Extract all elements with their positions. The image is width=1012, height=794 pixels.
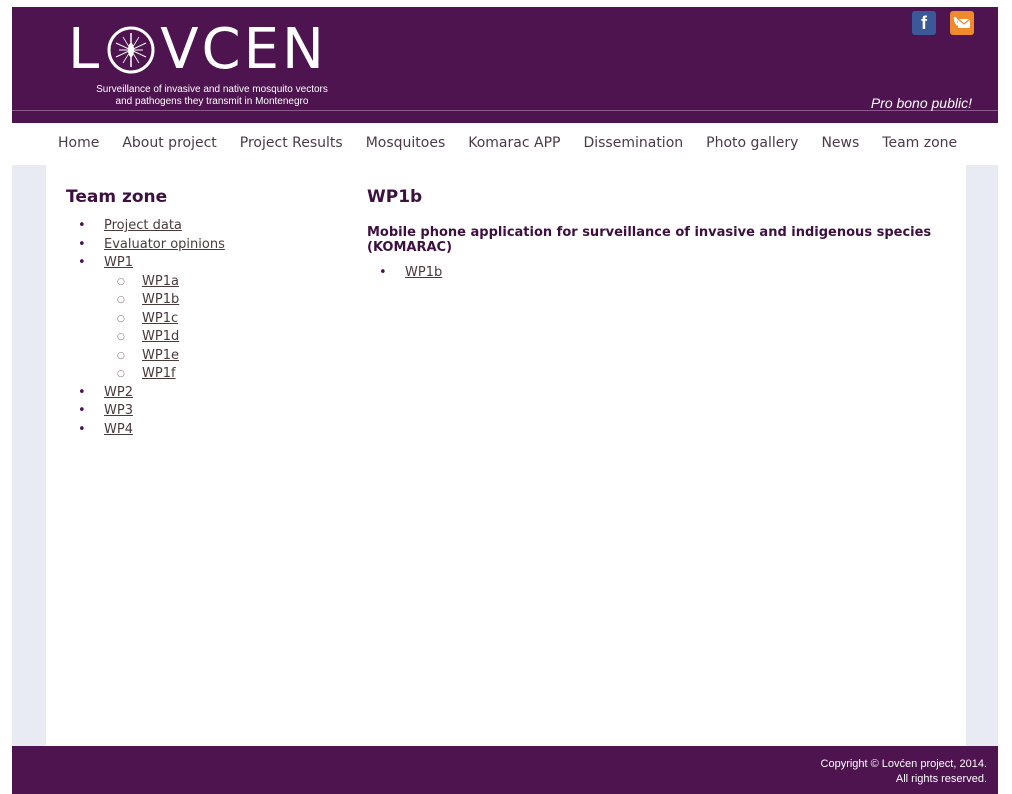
- phone-envelope-glyph: [953, 17, 971, 28]
- link-wp1a[interactable]: WP1a: [142, 274, 179, 289]
- nav-item-project-results[interactable]: Project Results: [240, 135, 343, 151]
- site-motto: Pro bono public!: [870, 95, 972, 111]
- link-wp2[interactable]: WP2: [104, 385, 133, 400]
- tagline-line-2: and pathogens they transmit in Montenegr…: [115, 96, 309, 107]
- nav-item-komarac-app[interactable]: Komarac APP: [468, 135, 560, 151]
- nav-item-home[interactable]: Home: [58, 135, 99, 151]
- sidebar-title: Team zone: [66, 187, 168, 207]
- link-wp1b[interactable]: WP1b: [142, 292, 179, 307]
- logo-text-left: L: [68, 17, 103, 82]
- link-wp1[interactable]: WP1: [104, 255, 133, 270]
- site-footer: Copyright © Lovćen project, 2014. All ri…: [12, 746, 998, 794]
- bullet: •: [78, 236, 86, 252]
- nav-item-team-zone[interactable]: Team zone: [882, 135, 957, 151]
- sidebar-item-wp1b: ○ WP1b: [104, 291, 326, 310]
- link-project-data[interactable]: Project data: [104, 218, 182, 233]
- sidebar-item-wp1f: ○ WP1f: [104, 365, 326, 384]
- nav-item-about-project[interactable]: About project: [122, 135, 216, 151]
- nav-item-news[interactable]: News: [821, 135, 859, 151]
- sidebar-item-project-data: • Project data: [66, 217, 326, 236]
- wp1-submenu: ○ WP1a ○ WP1b ○ WP1c ○ WP1d ○ WP1e ○ WP1…: [104, 273, 326, 384]
- bullet-circle: ○: [117, 313, 125, 324]
- sidebar-item-wp4: • WP4: [66, 421, 326, 440]
- contact-phone-icon[interactable]: [950, 11, 974, 35]
- nav-item-mosquitoes[interactable]: Mosquitoes: [366, 135, 446, 151]
- bullet: •: [78, 421, 86, 437]
- page: L VCEN Surveillance of invasive and nati…: [12, 7, 998, 794]
- facebook-glyph: f: [921, 12, 927, 33]
- logo-text-right: VCEN: [160, 17, 327, 82]
- bullet-circle: ○: [117, 295, 125, 305]
- bullet-circle: ○: [117, 332, 125, 342]
- sidebar-item-wp1e: ○ WP1e: [104, 347, 326, 366]
- sidebar-item-wp1: • WP1 ○ WP1a ○ WP1b ○ WP1c ○ WP1d ○ WP1e…: [66, 254, 326, 384]
- page-title: WP1b: [367, 187, 423, 207]
- header-divider: [12, 110, 998, 111]
- bullet: •: [78, 218, 86, 233]
- copyright-line-1: Copyright © Lovćen project, 2014.: [820, 758, 987, 770]
- bullet: •: [379, 265, 387, 280]
- sidebar-item-wp1c: ○ WP1c: [104, 310, 326, 329]
- sidebar: Team zone • Project data • Evaluator opi…: [66, 187, 326, 439]
- link-wp1c[interactable]: WP1c: [142, 311, 178, 326]
- content-panel: Team zone • Project data • Evaluator opi…: [46, 165, 966, 746]
- main-navigation: Home About project Project Results Mosqu…: [12, 123, 998, 165]
- nav-item-dissemination[interactable]: Dissemination: [583, 135, 683, 151]
- bullet-circle: ○: [117, 276, 125, 287]
- bullet: •: [78, 255, 86, 270]
- article: WP1b Mobile phone application for survei…: [367, 187, 967, 283]
- link-wp1d[interactable]: WP1d: [142, 329, 179, 344]
- mosquito-emblem-icon: [107, 26, 155, 74]
- copyright-notice: Copyright © Lovćen project, 2014. All ri…: [821, 757, 987, 787]
- sidebar-menu: • Project data • Evaluator opinions • WP…: [66, 217, 326, 439]
- tagline-line-1: Surveillance of invasive and native mosq…: [96, 84, 328, 95]
- main-area: Team zone • Project data • Evaluator opi…: [12, 165, 998, 746]
- nav-menu: Home About project Project Results Mosqu…: [58, 135, 980, 151]
- facebook-icon[interactable]: f: [912, 11, 936, 35]
- link-wp1f[interactable]: WP1f: [142, 366, 176, 381]
- bullet: •: [78, 403, 86, 418]
- sidebar-item-evaluator-opinions: • Evaluator opinions: [66, 236, 326, 255]
- link-wp1e[interactable]: WP1e: [142, 348, 179, 363]
- list-item: • WP1b: [367, 264, 967, 283]
- link-wp3[interactable]: WP3: [104, 403, 133, 418]
- sidebar-item-wp1a: ○ WP1a: [104, 273, 326, 292]
- link-wp1b-document[interactable]: WP1b: [405, 265, 442, 280]
- article-subtitle: Mobile phone application for surveillanc…: [367, 225, 932, 255]
- article-link-list: • WP1b: [367, 264, 967, 283]
- link-wp4[interactable]: WP4: [104, 422, 133, 437]
- site-header: L VCEN Surveillance of invasive and nati…: [12, 7, 998, 123]
- sidebar-item-wp1d: ○ WP1d: [104, 328, 326, 347]
- bullet-circle: ○: [117, 350, 125, 361]
- site-logo[interactable]: L VCEN: [68, 15, 327, 85]
- sidebar-item-wp3: • WP3: [66, 402, 326, 421]
- bullet: •: [78, 384, 86, 400]
- nav-item-photo-gallery[interactable]: Photo gallery: [706, 135, 798, 151]
- site-tagline: Surveillance of invasive and native mosq…: [72, 84, 352, 108]
- link-evaluator-opinions[interactable]: Evaluator opinions: [104, 237, 225, 252]
- bullet-circle: ○: [117, 369, 125, 379]
- sidebar-item-wp2: • WP2: [66, 384, 326, 403]
- copyright-line-2: All rights reserved.: [895, 773, 987, 785]
